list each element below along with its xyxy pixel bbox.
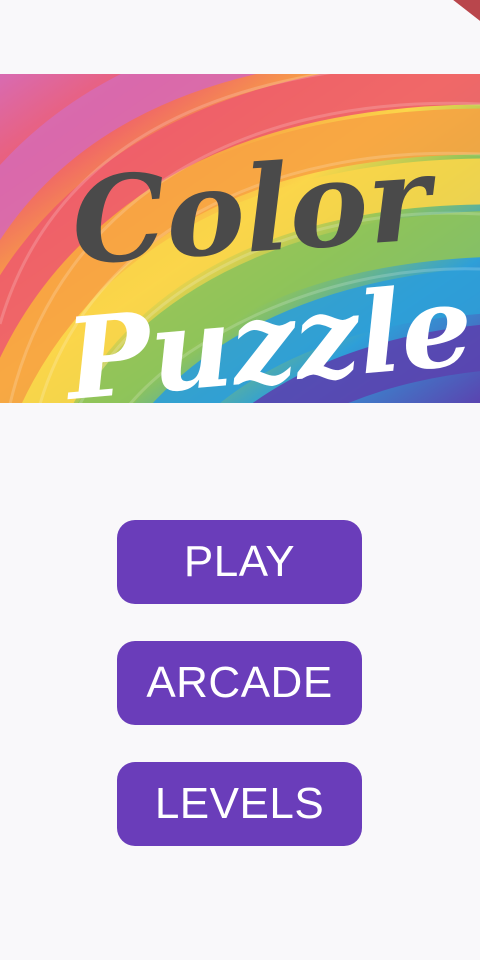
play-button[interactable]: PLAY	[117, 520, 362, 604]
rainbow-art: Color Puzzle	[0, 74, 480, 403]
main-menu: PLAY ARCADE LEVELS	[117, 520, 362, 883]
title-banner: Color Puzzle	[0, 74, 480, 403]
levels-button[interactable]: LEVELS	[117, 762, 362, 846]
arcade-button[interactable]: ARCADE	[117, 641, 362, 725]
corner-ribbon	[445, 0, 480, 26]
